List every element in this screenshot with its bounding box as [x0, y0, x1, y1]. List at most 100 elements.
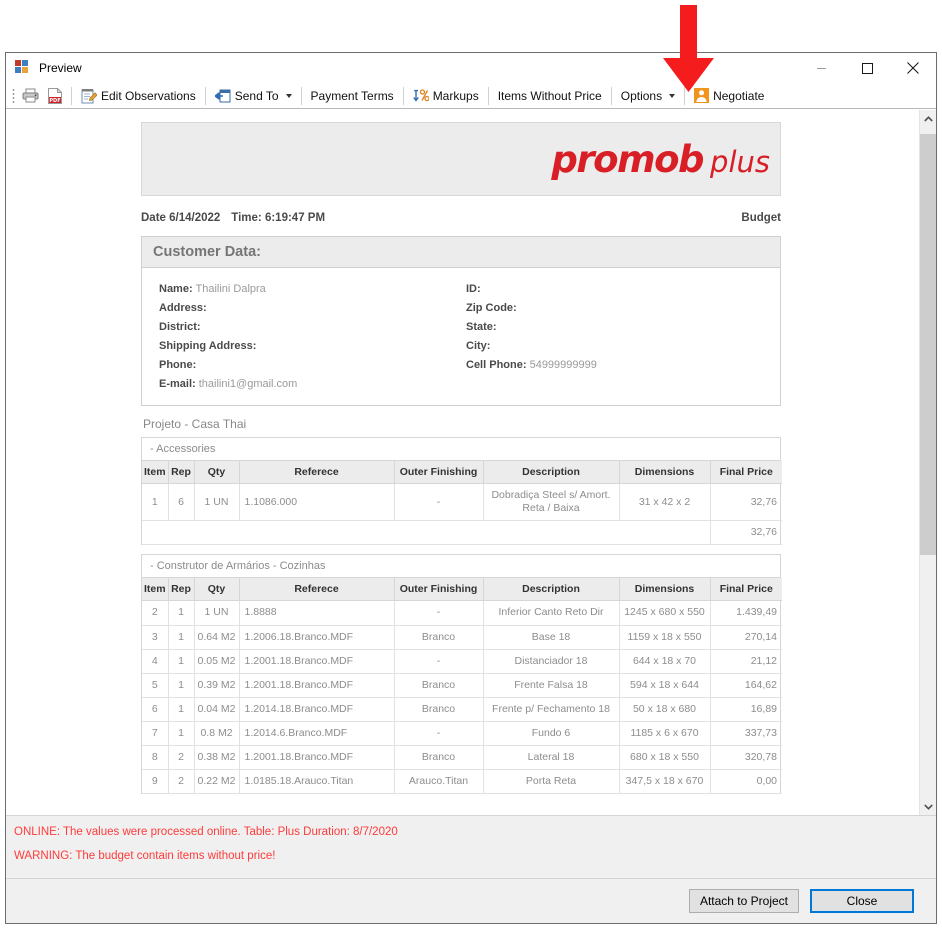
- cell-qty: 0.22 M2: [194, 769, 240, 795]
- table-row[interactable]: 3 1 0.64 M2 1.2006.18.Branco.MDF Branco …: [142, 625, 782, 650]
- minimize-button[interactable]: [798, 53, 844, 83]
- cell-rep: 1: [168, 625, 195, 650]
- cell-rep: 1: [168, 697, 195, 723]
- scrollbar-thumb[interactable]: [920, 134, 936, 555]
- print-button[interactable]: [18, 85, 44, 107]
- field-label: Name:: [159, 282, 193, 295]
- col-header-item: Item: [142, 578, 169, 602]
- markup-percent-icon: [412, 88, 430, 103]
- items-without-price-button[interactable]: Items Without Price: [494, 85, 606, 107]
- col-header-qty: Qty: [194, 461, 240, 484]
- customer-field-email: E-mail: thailini1@gmail.com: [142, 378, 461, 390]
- maximize-button[interactable]: [844, 53, 890, 83]
- options-label: Options: [620, 88, 663, 103]
- document-vertical-scrollbar[interactable]: [919, 110, 936, 815]
- cell-description: Frente p/ Fechamento 18: [483, 697, 620, 723]
- attach-to-project-button[interactable]: Attach to Project: [688, 889, 799, 913]
- cell-item: 7: [142, 721, 169, 747]
- customer-field-empty: [461, 378, 780, 390]
- customer-field-row: E-mail: thailini1@gmail.com: [142, 374, 780, 393]
- toolbar-grip[interactable]: [12, 87, 15, 104]
- close-button[interactable]: Close: [810, 889, 914, 913]
- table-total-row: 32,76: [142, 520, 782, 546]
- dialog-footer: Attach to Project Close: [6, 878, 936, 923]
- cell-outer-finishing: -: [394, 649, 484, 674]
- table-header-row: Item Rep Qty Referece Outer Finishing De…: [142, 461, 782, 484]
- cell-outer-finishing: Arauco.Titan: [394, 769, 484, 795]
- cell-description: Porta Reta: [483, 769, 620, 795]
- chevron-down-icon: [669, 93, 676, 98]
- payment-terms-button[interactable]: Payment Terms: [307, 85, 398, 107]
- customer-field-phone: Phone:: [142, 359, 461, 371]
- cell-qty: 0.39 M2: [194, 673, 240, 698]
- customer-data-fields: Name: Thailini Dalpra ID: Address: Zip C…: [142, 268, 780, 405]
- preview-content-area: promob plus Date 6/14/2022 Time: 6:19:47…: [6, 109, 936, 815]
- cell-outer-finishing: Branco: [394, 673, 484, 698]
- cell-description: Distanciador 18: [483, 649, 620, 674]
- table-row[interactable]: 9 2 0.22 M2 1.0185.18.Arauco.Titan Arauc…: [142, 769, 782, 795]
- cell-description: Inferior Canto Reto Dir: [483, 600, 620, 626]
- cell-rep: 1: [168, 721, 195, 747]
- cell-description: Fundo 6: [483, 721, 620, 747]
- table-row[interactable]: 7 1 0.8 M2 1.2014.6.Branco.MDF - Fundo 6…: [142, 721, 782, 747]
- field-label: District:: [159, 320, 201, 333]
- field-label: Phone:: [159, 358, 197, 371]
- total-final-price: 32,76: [710, 520, 782, 546]
- table-row[interactable]: 5 1 0.39 M2 1.2001.18.Branco.MDF Branco …: [142, 673, 782, 698]
- cell-referece: 1.8888: [239, 600, 395, 626]
- send-to-button[interactable]: Send To: [211, 85, 296, 107]
- cell-qty: 0.38 M2: [194, 745, 240, 771]
- cell-dimensions: 644 x 18 x 70: [619, 649, 711, 674]
- customer-data-box: Customer Data: Name: Thailini Dalpra ID:…: [141, 236, 781, 406]
- close-window-button[interactable]: [890, 53, 936, 83]
- cell-dimensions: 680 x 18 x 550: [619, 745, 711, 771]
- toolbar-separator: [487, 86, 489, 105]
- customer-field-row: Address: Zip Code:: [142, 298, 780, 317]
- cell-dimensions: 594 x 18 x 644: [619, 673, 711, 698]
- customer-field-address: Address:: [142, 302, 461, 314]
- scrollbar-track[interactable]: [920, 127, 936, 798]
- col-header-final-price: Final Price: [710, 461, 782, 484]
- field-label: City:: [466, 339, 491, 352]
- cell-item: 3: [142, 625, 169, 650]
- cell-dimensions: 50 x 18 x 680: [619, 697, 711, 723]
- customer-field-row: Shipping Address: City:: [142, 336, 780, 355]
- field-label: ID:: [466, 282, 481, 295]
- cell-outer-finishing: -: [394, 721, 484, 747]
- markups-button[interactable]: Markups: [409, 85, 483, 107]
- cell-rep: 1: [168, 673, 195, 698]
- scroll-down-arrow-icon[interactable]: [920, 798, 936, 815]
- cell-referece: 1.2014.18.Branco.MDF: [239, 697, 395, 723]
- main-toolbar: PDF Edit Observations Send To Payment Te…: [6, 83, 936, 109]
- export-pdf-button[interactable]: PDF: [44, 85, 66, 107]
- cell-qty: 0.64 M2: [194, 625, 240, 650]
- col-header-qty: Qty: [194, 578, 240, 602]
- cell-final-price: 320,78: [710, 745, 782, 771]
- table-group-label: - Accessories: [142, 438, 780, 461]
- options-button[interactable]: Options: [617, 85, 679, 107]
- cell-description: Dobradiça Steel s/ Amort. Reta / Baixa: [483, 483, 620, 522]
- table-row[interactable]: 4 1 0.05 M2 1.2001.18.Branco.MDF - Dista…: [142, 649, 782, 674]
- cell-qty: 0.05 M2: [194, 649, 240, 674]
- table-row[interactable]: 8 2 0.38 M2 1.2001.18.Branco.MDF Branco …: [142, 745, 782, 771]
- printer-icon: [22, 88, 40, 103]
- toolbar-separator: [300, 86, 302, 105]
- cell-final-price: 0,00: [710, 769, 782, 795]
- window-title: Preview: [39, 61, 82, 75]
- cell-dimensions: 31 x 42 x 2: [619, 483, 711, 522]
- scroll-up-arrow-icon[interactable]: [920, 110, 936, 127]
- negotiate-label: Negotiate: [713, 88, 765, 103]
- toolbar-separator: [610, 86, 612, 105]
- table-row[interactable]: 6 1 0.04 M2 1.2014.18.Branco.MDF Branco …: [142, 697, 782, 723]
- customer-field-state: State:: [461, 321, 780, 333]
- customer-field-name: Name: Thailini Dalpra: [142, 283, 461, 295]
- table-row[interactable]: 1 6 1 UN 1.1086.000 - Dobradiça Steel s/…: [142, 483, 782, 522]
- table-row[interactable]: 2 1 1 UN 1.8888 - Inferior Canto Reto Di…: [142, 600, 782, 626]
- negotiate-button[interactable]: Negotiate: [690, 85, 768, 107]
- edit-observations-button[interactable]: Edit Observations: [77, 85, 200, 107]
- cell-item: 6: [142, 697, 169, 723]
- col-header-rep: Rep: [168, 578, 195, 602]
- cell-outer-finishing: -: [394, 600, 484, 626]
- cell-rep: 1: [168, 600, 195, 626]
- document-viewport[interactable]: promob plus Date 6/14/2022 Time: 6:19:47…: [6, 110, 919, 815]
